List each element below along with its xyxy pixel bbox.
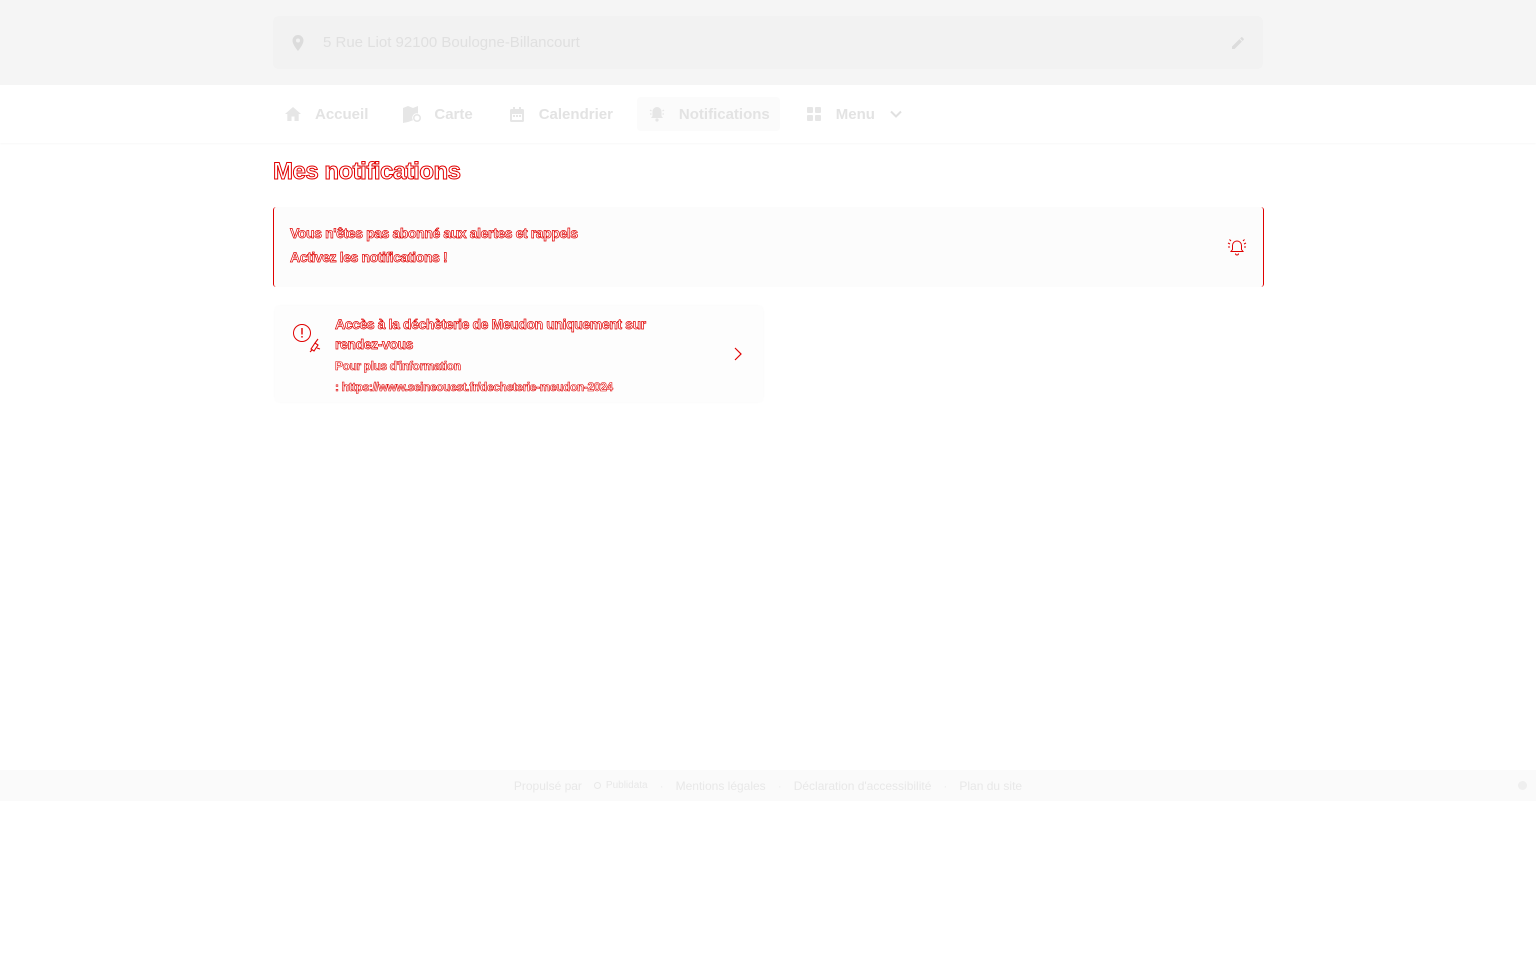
address-text: 5 Rue Liot 92100 Boulogne-Billancourt <box>323 34 580 51</box>
nav-label-accueil: Accueil <box>315 105 369 123</box>
nav-item-calendrier[interactable]: Calendrier <box>497 97 623 131</box>
footer-link-plan[interactable]: Plan du site <box>959 779 1022 793</box>
notification-body-line2: : https://www.seineouest.fr/decheterie-m… <box>335 380 614 395</box>
nav-item-menu[interactable]: Menu <box>794 97 913 131</box>
footer: Propulsé par Publidata · Mentions légale… <box>0 770 1536 801</box>
calendar-icon <box>507 104 527 124</box>
nav-label-carte: Carte <box>434 105 473 123</box>
notification-title: Accès à la déchèterie de Meudon uniqueme… <box>335 316 647 353</box>
pencil-icon[interactable] <box>1229 34 1247 52</box>
footer-link-mentions[interactable]: Mentions légales <box>676 779 766 793</box>
address-selector[interactable]: 5 Rue Liot 92100 Boulogne-Billancourt <box>273 16 1263 69</box>
map-icon <box>402 104 422 124</box>
footer-separator: · <box>659 778 664 793</box>
nav-item-carte[interactable]: Carte <box>392 97 482 131</box>
chevron-down-icon <box>889 109 903 119</box>
footer-separator: · <box>777 778 782 793</box>
bell-ringing-icon <box>1227 239 1247 256</box>
subscribe-alert-banner[interactable]: Vous n'êtes pas abonné aux alertes et ra… <box>273 207 1264 287</box>
nav-item-notifications[interactable]: Notifications <box>636 97 780 131</box>
publidata-logo-icon <box>593 782 601 789</box>
publidata-logo[interactable]: Publidata <box>593 780 648 791</box>
publidata-brand: Publidata <box>605 780 648 791</box>
settings-dot-icon[interactable] <box>1518 781 1527 790</box>
location-pin-icon <box>289 34 307 52</box>
notification-card[interactable]: Accès à la déchèterie de Meudon uniqueme… <box>275 306 763 402</box>
powered-by-label: Propulsé par <box>513 778 582 793</box>
main-nav: Accueil Carte Calendrier Notifications M… <box>0 85 1536 143</box>
alert-cta: Activez les notifications ! <box>290 249 448 266</box>
nav-item-accueil[interactable]: Accueil <box>273 97 378 131</box>
grid-icon <box>804 104 824 124</box>
notification-body: Pour plus d'information : https://www.se… <box>335 356 695 398</box>
top-header: 5 Rue Liot 92100 Boulogne-Billancourt <box>0 0 1536 85</box>
home-icon <box>283 104 303 124</box>
nav-label-notifications: Notifications <box>678 105 770 123</box>
chevron-right-icon <box>734 347 742 361</box>
footer-link-accessibilite[interactable]: Déclaration d'accessibilité <box>794 779 932 793</box>
page-title: Mes notifications <box>273 158 462 186</box>
alert-truck-icon <box>293 324 321 353</box>
bell-icon <box>647 104 667 124</box>
nav-label-calendrier: Calendrier <box>538 105 613 123</box>
nav-label-menu: Menu <box>835 105 875 123</box>
footer-separator: · <box>943 778 948 793</box>
notification-body-line1: Pour plus d'information <box>335 359 462 374</box>
alert-message: Vous n'êtes pas abonné aux alertes et ra… <box>290 225 579 242</box>
